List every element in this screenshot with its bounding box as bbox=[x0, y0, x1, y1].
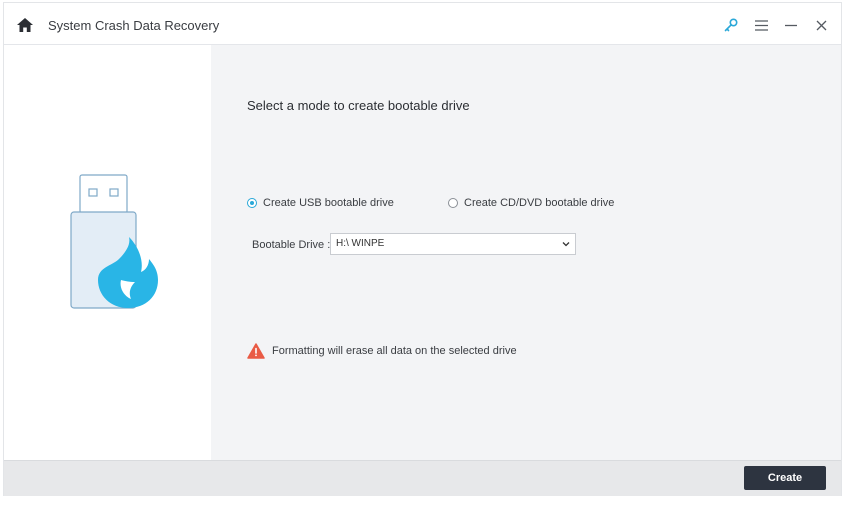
home-icon[interactable] bbox=[17, 18, 33, 32]
footer-bar: Create bbox=[4, 460, 841, 496]
sidebar bbox=[4, 45, 211, 460]
title-bar: System Crash Data Recovery bbox=[4, 3, 841, 45]
usb-mode-radio[interactable] bbox=[247, 198, 257, 208]
minimize-icon[interactable] bbox=[781, 16, 801, 34]
close-icon[interactable] bbox=[811, 16, 831, 34]
bootable-drive-label: Bootable Drive : bbox=[252, 239, 331, 251]
warning-icon bbox=[247, 343, 265, 359]
main-panel: Select a mode to create bootable drive C… bbox=[211, 45, 841, 460]
chevron-down-icon bbox=[562, 242, 570, 247]
warning-text: Formatting will erase all data on the se… bbox=[272, 345, 517, 357]
usb-mode-label: Create USB bootable drive bbox=[263, 197, 394, 209]
create-button[interactable]: Create bbox=[744, 466, 826, 490]
cd-dvd-mode-option[interactable]: Create CD/DVD bootable drive bbox=[448, 197, 614, 209]
bootable-drive-value: H:\ WINPE bbox=[336, 238, 385, 249]
cd-dvd-mode-label: Create CD/DVD bootable drive bbox=[464, 197, 615, 209]
app-window: System Crash Data Recovery Select a mode… bbox=[3, 2, 842, 496]
format-warning: Formatting will erase all data on the se… bbox=[247, 343, 517, 359]
bootable-drive-select[interactable]: H:\ WINPE bbox=[330, 233, 576, 255]
usb-drive-illustration bbox=[70, 174, 158, 309]
key-icon[interactable] bbox=[721, 16, 741, 34]
usb-mode-option[interactable]: Create USB bootable drive bbox=[247, 197, 394, 209]
page-heading: Select a mode to create bootable drive bbox=[247, 98, 470, 113]
cd-dvd-mode-radio[interactable] bbox=[448, 198, 458, 208]
window-controls bbox=[721, 16, 831, 34]
menu-icon[interactable] bbox=[751, 16, 771, 34]
app-title: System Crash Data Recovery bbox=[48, 18, 220, 33]
